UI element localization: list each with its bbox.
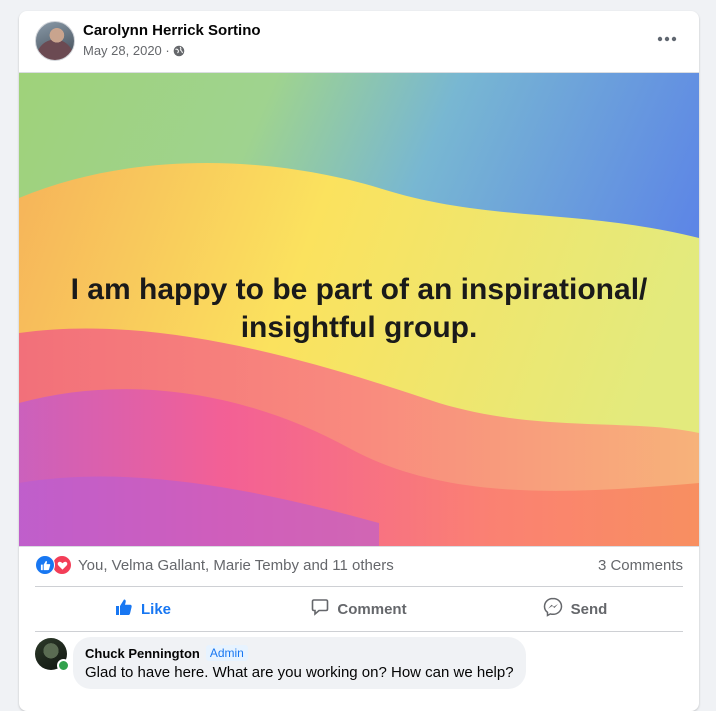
- post-card: Carolynn Herrick Sortino May 28, 2020 ·: [19, 11, 699, 711]
- globe-icon[interactable]: [173, 45, 185, 57]
- post-actions: Like Comment Send: [35, 586, 683, 632]
- reactors-summary[interactable]: You, Velma Gallant, Marie Temby and 11 o…: [78, 557, 598, 574]
- comment-icon: [311, 598, 329, 620]
- post-banner: I am happy to be part of an inspirationa…: [19, 72, 699, 547]
- admin-badge: Admin: [205, 645, 248, 661]
- send-button[interactable]: Send: [467, 587, 683, 631]
- love-icon: [52, 555, 72, 575]
- comment-label: Comment: [337, 600, 407, 618]
- author-name[interactable]: Carolynn Herrick Sortino: [83, 22, 261, 39]
- like-label: Like: [140, 600, 171, 618]
- send-label: Send: [570, 600, 608, 618]
- banner-text: I am happy to be part of an inspirationa…: [70, 273, 648, 344]
- comment-header: Chuck Pennington Admin: [85, 645, 514, 661]
- like-icon: [35, 555, 55, 575]
- comment-button[interactable]: Comment: [251, 587, 467, 631]
- post-header: Carolynn Herrick Sortino May 28, 2020 ·: [19, 11, 699, 72]
- like-button[interactable]: Like: [35, 587, 251, 631]
- online-status-dot: [57, 659, 70, 672]
- author-avatar[interactable]: [35, 21, 75, 61]
- post-date[interactable]: May 28, 2020 ·: [83, 43, 170, 58]
- messenger-icon: [543, 597, 563, 621]
- post-meta: May 28, 2020 ·: [83, 43, 185, 58]
- comment-text: Glad to have here. What are you working …: [85, 664, 514, 681]
- comment-bubble: Chuck Pennington Admin Glad to have here…: [73, 637, 526, 689]
- commenter-name[interactable]: Chuck Pennington: [85, 646, 200, 661]
- more-options-icon[interactable]: [653, 25, 681, 53]
- comments-count[interactable]: 3 Comments: [598, 557, 683, 574]
- reaction-icons[interactable]: [35, 555, 72, 575]
- reactions-bar: You, Velma Gallant, Marie Temby and 11 o…: [35, 553, 683, 577]
- thumbs-up-icon: [115, 598, 133, 620]
- comment: Chuck Pennington Admin Glad to have here…: [35, 637, 683, 697]
